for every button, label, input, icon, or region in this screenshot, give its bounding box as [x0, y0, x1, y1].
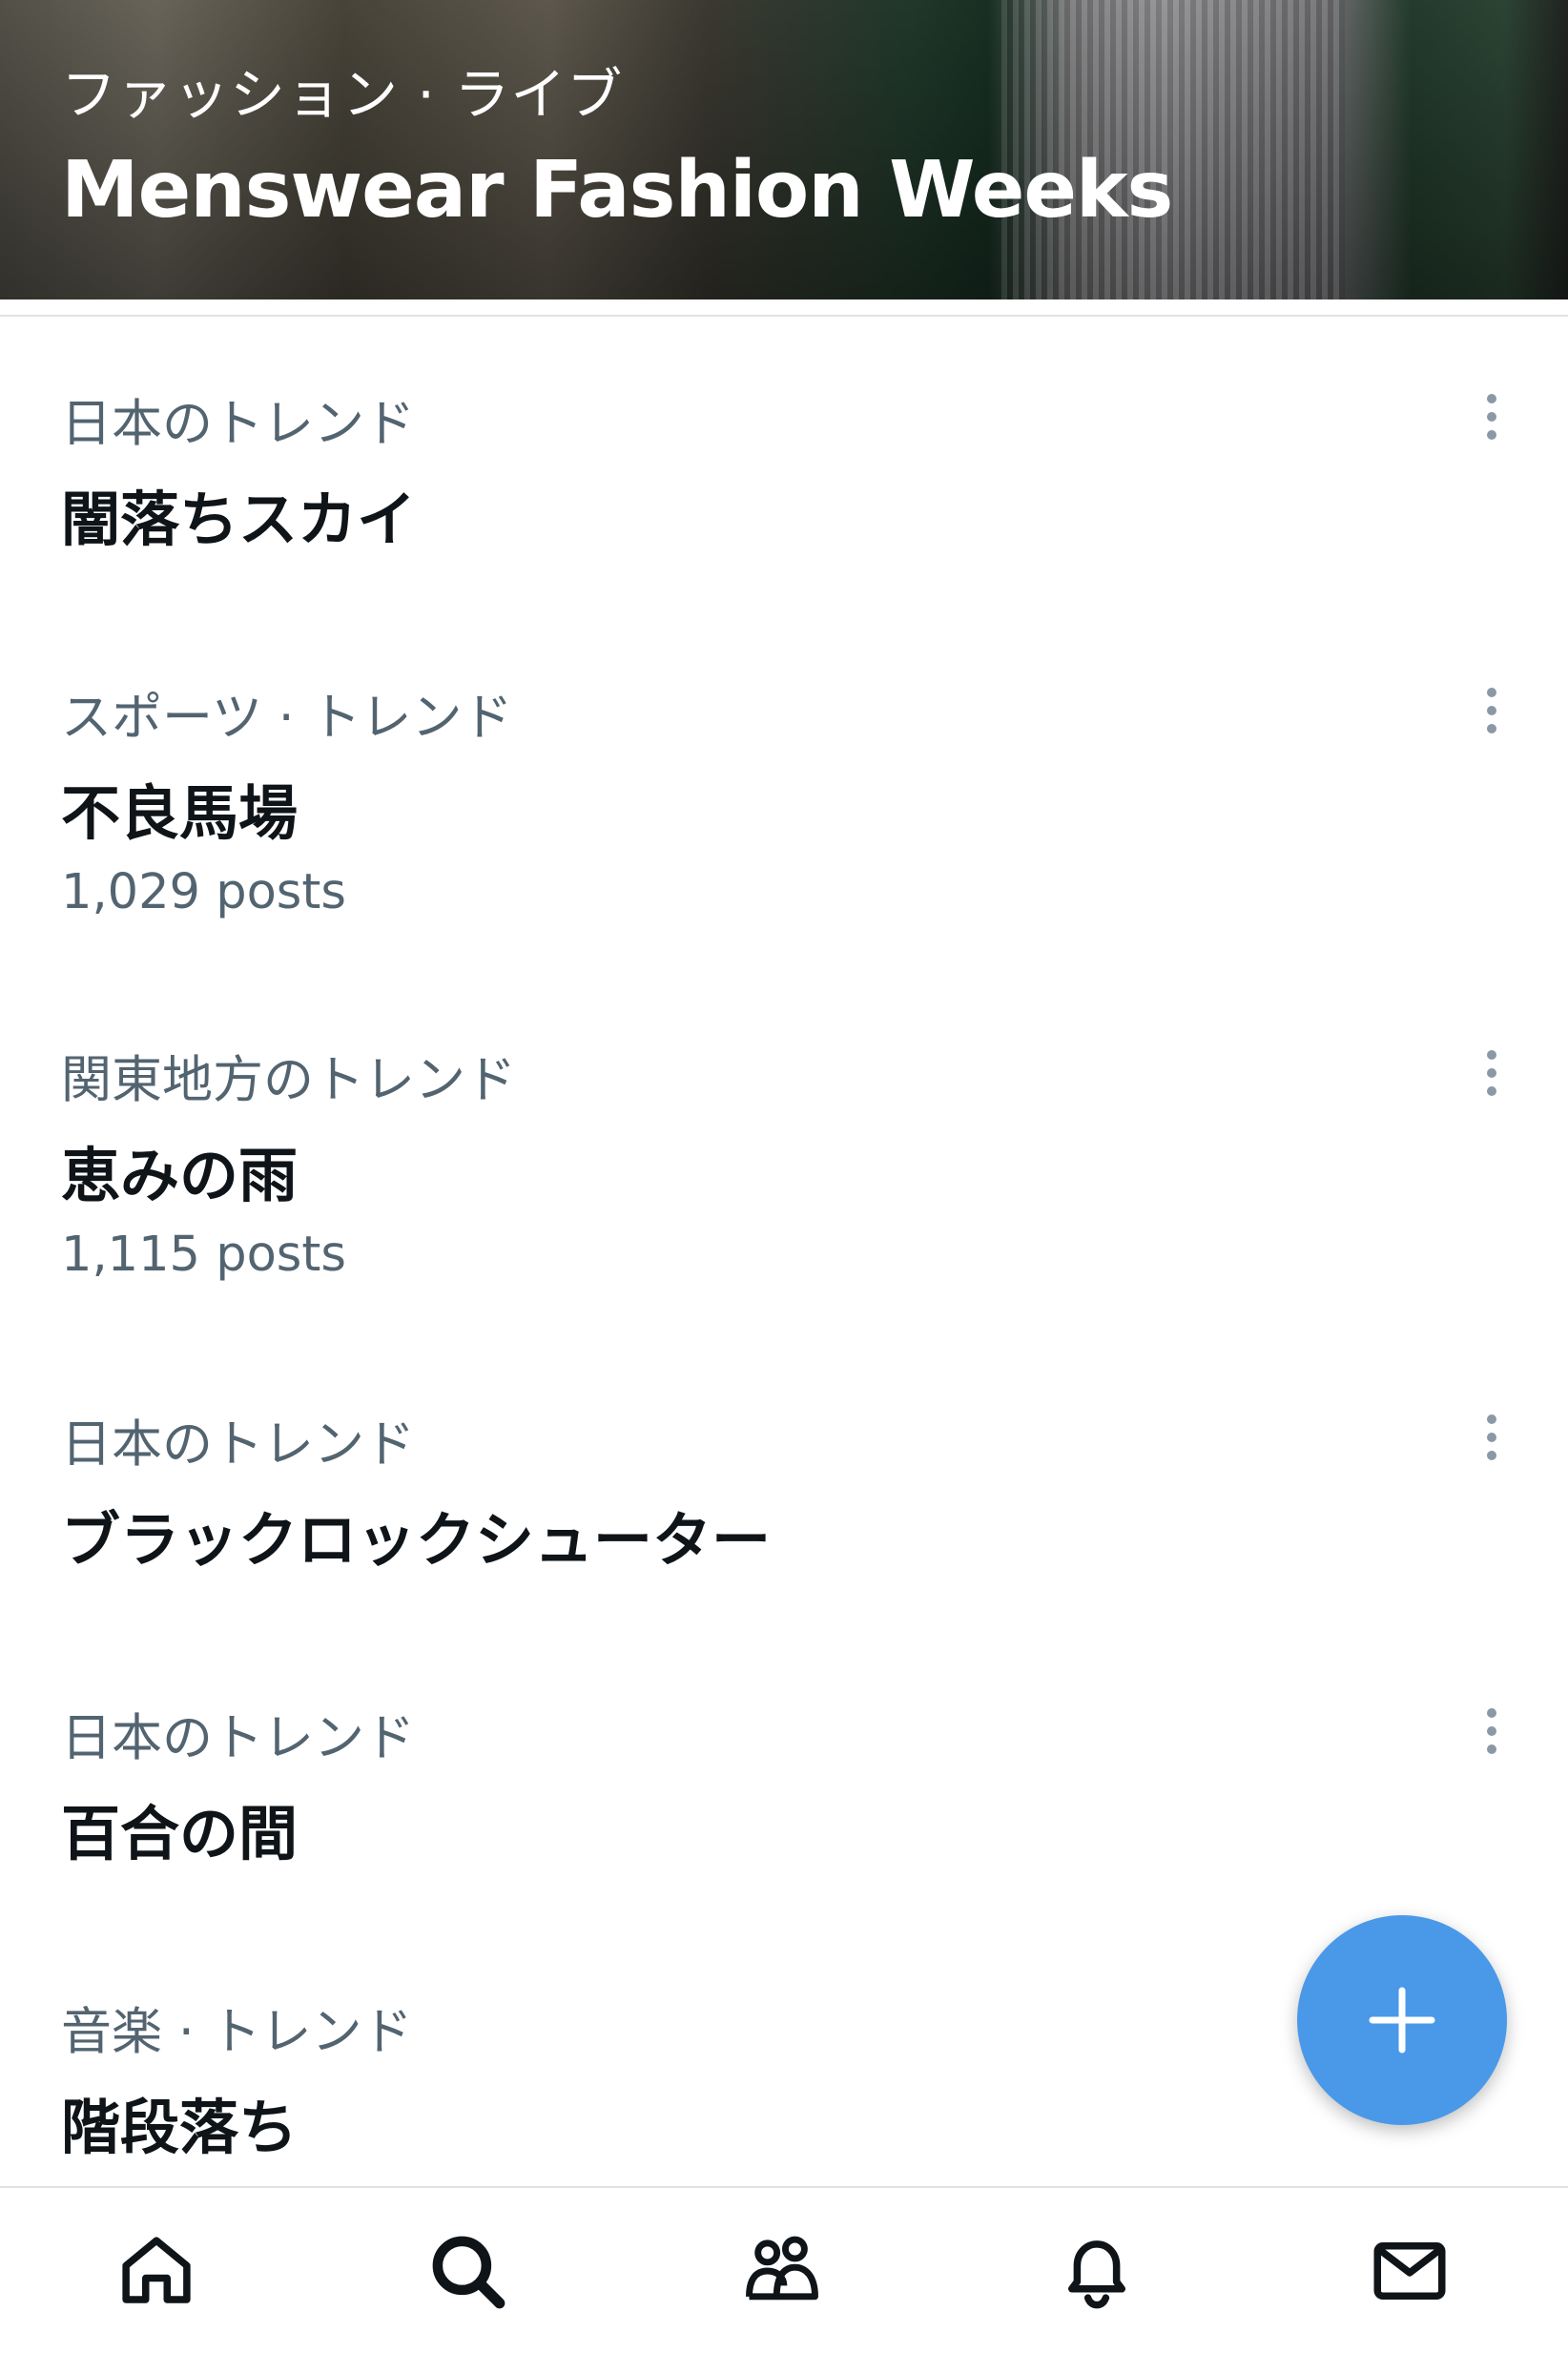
nav-home[interactable]: [61, 2188, 252, 2353]
dot: [1487, 1086, 1496, 1096]
search-icon: [432, 2236, 505, 2308]
dot: [1487, 1726, 1496, 1736]
hero-title: Menswear Fashion Weeks: [61, 145, 1173, 236]
dot: [1487, 430, 1496, 440]
trend-item[interactable]: 日本のトレンド 百合の間: [0, 1698, 1568, 1974]
dot: [1487, 1744, 1496, 1754]
more-options-button[interactable]: [1465, 1040, 1518, 1106]
nav-messages[interactable]: [1314, 2188, 1505, 2353]
trend-item[interactable]: スポーツ · トレンド 不良馬場 1,029 posts: [0, 677, 1568, 982]
trend-post-count: 1,115 posts: [61, 1227, 346, 1283]
dot: [1487, 688, 1496, 697]
trend-category: 日本のトレンド: [61, 1415, 415, 1474]
hero-category: ファッション · ライブ: [61, 62, 624, 127]
trend-category: 日本のトレンド: [61, 395, 415, 453]
mail-icon: [1373, 2241, 1446, 2300]
nav-explore[interactable]: [372, 2188, 563, 2353]
trend-name: 不良馬場: [61, 778, 299, 848]
dot: [1487, 1050, 1496, 1060]
dot: [1487, 1414, 1496, 1424]
communities-icon: [746, 2236, 818, 2300]
dot: [1487, 1708, 1496, 1718]
plus-icon: [1369, 1987, 1435, 2054]
nav-notifications[interactable]: [1001, 2188, 1192, 2353]
trend-category: 関東地方のトレンド: [61, 1051, 516, 1109]
trend-category: 音楽 · トレンド: [61, 2003, 413, 2061]
more-options-button[interactable]: [1465, 677, 1518, 744]
dot: [1487, 1433, 1496, 1442]
more-options-button[interactable]: [1465, 1698, 1518, 1765]
hero-banner[interactable]: ファッション · ライブ Menswear Fashion Weeks: [0, 0, 1568, 299]
trend-name: 闇落ちスカイ: [61, 485, 417, 554]
home-icon: [122, 2236, 191, 2303]
dot: [1487, 394, 1496, 403]
dot: [1487, 724, 1496, 733]
trend-item[interactable]: 関東地方のトレンド 恵みの雨 1,115 posts: [0, 1040, 1568, 1345]
trend-post-count: 1,029 posts: [61, 864, 346, 920]
dot: [1487, 706, 1496, 715]
dot: [1487, 412, 1496, 422]
more-options-button[interactable]: [1465, 383, 1518, 450]
divider: [0, 315, 1568, 317]
compose-button[interactable]: [1297, 1915, 1507, 2125]
trend-name: 百合の間: [61, 1799, 299, 1868]
trend-item[interactable]: 日本のトレンド 闇落ちスカイ: [0, 383, 1568, 660]
more-options-button[interactable]: [1465, 1404, 1518, 1471]
trend-item[interactable]: 日本のトレンド ブラックロックシューター: [0, 1404, 1568, 1681]
nav-communities[interactable]: [687, 2188, 877, 2353]
dot: [1487, 1068, 1496, 1078]
bottom-nav: [0, 2186, 1568, 2353]
trend-name: 恵みの雨: [61, 1141, 299, 1210]
bell-icon: [1068, 2239, 1125, 2308]
trend-category: 日本のトレンド: [61, 1709, 415, 1767]
dot: [1487, 1451, 1496, 1460]
trend-name: ブラックロックシューター: [61, 1505, 772, 1575]
trend-category: スポーツ · トレンド: [61, 689, 513, 747]
trend-name: 階段落ち: [61, 2093, 299, 2162]
